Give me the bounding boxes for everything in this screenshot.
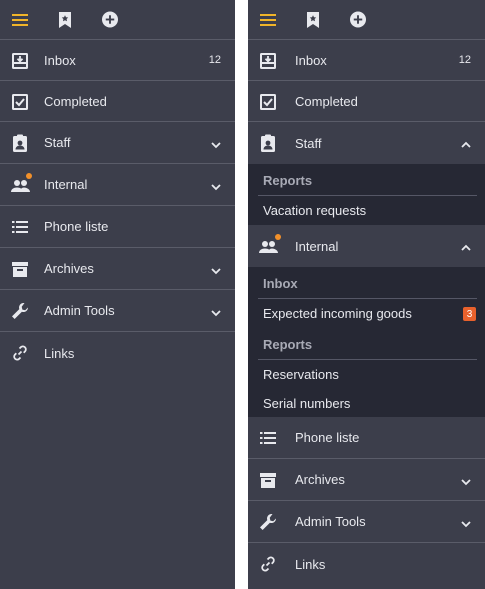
nav-archives[interactable]: Archives <box>0 248 235 290</box>
nav-internal-label: Internal <box>44 177 88 192</box>
nav-staff-label: Staff <box>295 135 322 151</box>
clipboard-badge-icon <box>259 134 277 152</box>
nav-completed[interactable]: Completed <box>0 81 235 122</box>
list-icon <box>11 218 29 236</box>
inbox-count: 12 <box>458 54 471 66</box>
submenu-item-vacation-requests[interactable]: Vacation requests <box>248 196 485 225</box>
nav-phone-liste[interactable]: Phone liste <box>248 417 485 459</box>
nav-phone-liste-label: Phone liste <box>295 430 360 445</box>
people-icon <box>259 237 278 255</box>
add-circle-icon[interactable] <box>102 11 118 28</box>
chevron-up-icon[interactable] <box>461 241 471 251</box>
nav-links-label: Links <box>295 556 326 572</box>
notification-dot <box>26 173 32 179</box>
hamburger-menu-icon[interactable] <box>260 12 276 28</box>
add-circle-icon[interactable] <box>350 11 366 28</box>
nav-archives-label: Archives <box>44 261 94 276</box>
checkbox-icon <box>259 93 277 111</box>
submenu-item-reservations[interactable]: Reservations <box>248 360 485 389</box>
wrench-icon <box>259 513 277 531</box>
wrench-icon <box>11 302 29 320</box>
nav-staff[interactable]: Staff <box>248 122 485 164</box>
nav-admin-tools-label: Admin Tools <box>44 303 115 318</box>
clipboard-badge-icon <box>11 134 29 152</box>
nav-admin-tools-label: Admin Tools <box>295 514 366 529</box>
archive-icon <box>259 471 277 489</box>
nav-staff-label: Staff <box>44 135 71 150</box>
sidebar-expanded: Inbox 12 Completed Staff Reports Vacatio… <box>248 0 485 589</box>
staff-reports-heading: Reports <box>248 164 485 196</box>
staff-submenu: Reports Vacation requests <box>248 164 485 225</box>
bookmark-star-icon[interactable] <box>305 11 321 28</box>
link-icon <box>11 344 29 362</box>
notification-dot <box>275 234 281 240</box>
nav-internal[interactable]: Internal <box>248 225 485 267</box>
nav-inbox[interactable]: Inbox 12 <box>248 40 485 81</box>
nav-inbox-label: Inbox <box>295 52 327 68</box>
checkbox-icon <box>11 93 29 111</box>
inbox-icon <box>11 52 29 70</box>
nav-archives-label: Archives <box>295 472 345 487</box>
nav-internal[interactable]: Internal <box>0 164 235 206</box>
nav-inbox-label: Inbox <box>44 52 76 68</box>
sidebar-toolbar <box>248 0 485 40</box>
internal-reports-heading-label: Reports <box>263 336 313 352</box>
count-badge: 3 <box>463 307 476 321</box>
chevron-down-icon[interactable] <box>211 264 221 275</box>
nav-links[interactable]: Links <box>248 543 485 585</box>
chevron-up-icon[interactable] <box>461 138 471 148</box>
nav-completed[interactable]: Completed <box>248 81 485 122</box>
nav-staff[interactable]: Staff <box>0 122 235 164</box>
nav-internal-label: Internal <box>295 238 339 254</box>
submenu-item-expected-incoming-goods[interactable]: Expected incoming goods 3 <box>248 299 485 328</box>
inbox-count: 12 <box>208 54 221 66</box>
internal-inbox-heading-label: Inbox <box>263 275 298 291</box>
chevron-down-icon[interactable] <box>461 475 471 486</box>
chevron-down-icon[interactable] <box>461 517 471 528</box>
nav-phone-liste-label: Phone liste <box>44 219 109 234</box>
link-icon <box>259 555 277 573</box>
people-icon <box>11 176 30 194</box>
staff-reports-heading-label: Reports <box>263 172 313 188</box>
archive-icon <box>11 260 29 278</box>
nav-completed-label: Completed <box>44 93 107 109</box>
internal-inbox-heading: Inbox <box>248 267 485 299</box>
submenu-item-label: Serial numbers <box>263 396 351 411</box>
submenu-item-label: Vacation requests <box>263 203 367 218</box>
nav-inbox[interactable]: Inbox 12 <box>0 40 235 81</box>
internal-submenu: Inbox Expected incoming goods 3 Reports … <box>248 267 485 417</box>
nav-links[interactable]: Links <box>0 332 235 374</box>
bookmark-star-icon[interactable] <box>57 11 73 28</box>
submenu-item-serial-numbers[interactable]: Serial numbers <box>248 389 485 418</box>
sidebar-toolbar <box>0 0 235 40</box>
sidebar-collapsed: Inbox 12 Completed Staff Internal Phone … <box>0 0 235 589</box>
nav-completed-label: Completed <box>295 93 358 109</box>
submenu-item-label: Reservations <box>263 367 339 382</box>
inbox-icon <box>259 52 277 70</box>
internal-reports-heading: Reports <box>248 328 485 360</box>
nav-links-label: Links <box>44 345 75 361</box>
nav-admin-tools[interactable]: Admin Tools <box>248 501 485 543</box>
chevron-down-icon[interactable] <box>211 180 221 191</box>
hamburger-menu-icon[interactable] <box>12 12 28 28</box>
nav-archives[interactable]: Archives <box>248 459 485 501</box>
nav-phone-liste[interactable]: Phone liste <box>0 206 235 248</box>
list-icon <box>259 429 277 447</box>
chevron-down-icon[interactable] <box>211 138 221 149</box>
nav-admin-tools[interactable]: Admin Tools <box>0 290 235 332</box>
submenu-item-label: Expected incoming goods <box>263 306 412 321</box>
chevron-down-icon[interactable] <box>211 306 221 317</box>
